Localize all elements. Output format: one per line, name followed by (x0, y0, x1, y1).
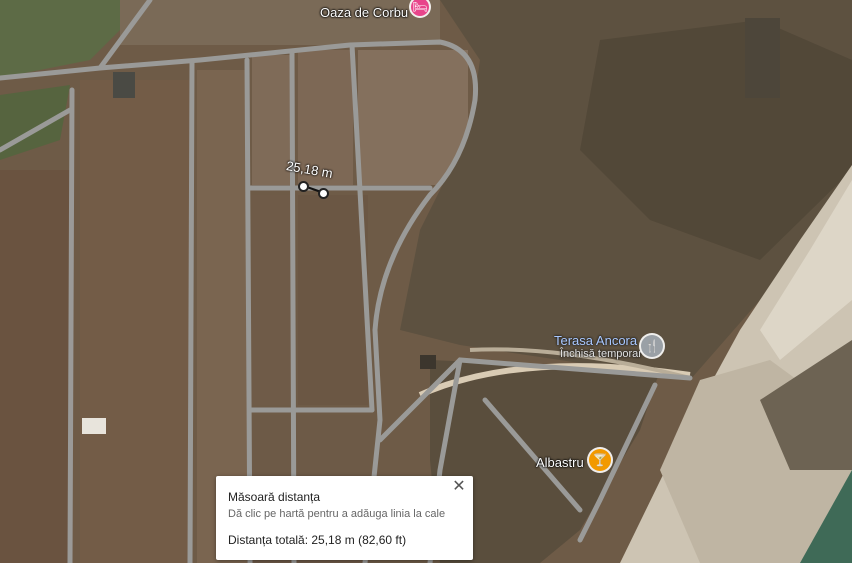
measure-point-end[interactable] (318, 188, 329, 199)
place-label-oaza-de-corbu[interactable]: Oaza de Corbu (320, 5, 408, 20)
place-status-terasa-ancora: Închisă temporar (560, 348, 642, 360)
satellite-map[interactable]: Oaza de Corbu 🛏 Terasa Ancora Închisă te… (0, 0, 852, 563)
place-label-terasa-ancora[interactable]: Terasa Ancora (554, 333, 637, 348)
cocktail-bar-icon[interactable]: 🍸 (589, 449, 611, 471)
hotel-icon[interactable]: 🛏 (411, 0, 429, 16)
restaurant-icon[interactable]: 🍴 (641, 335, 663, 357)
measure-distance-panel: Măsoară distanța Dă clic pe hartă pentru… (216, 476, 473, 560)
measure-panel-title: Măsoară distanța (228, 490, 321, 504)
close-icon[interactable]: ✕ (451, 478, 467, 494)
measure-total-distance: Distanța totală: 25,18 m (82,60 ft) (228, 533, 407, 547)
measure-panel-hint: Dă clic pe hartă pentru a adăuga linia l… (228, 508, 446, 520)
place-label-albastru[interactable]: Albastru (536, 455, 584, 470)
measure-point-start[interactable] (298, 181, 309, 192)
